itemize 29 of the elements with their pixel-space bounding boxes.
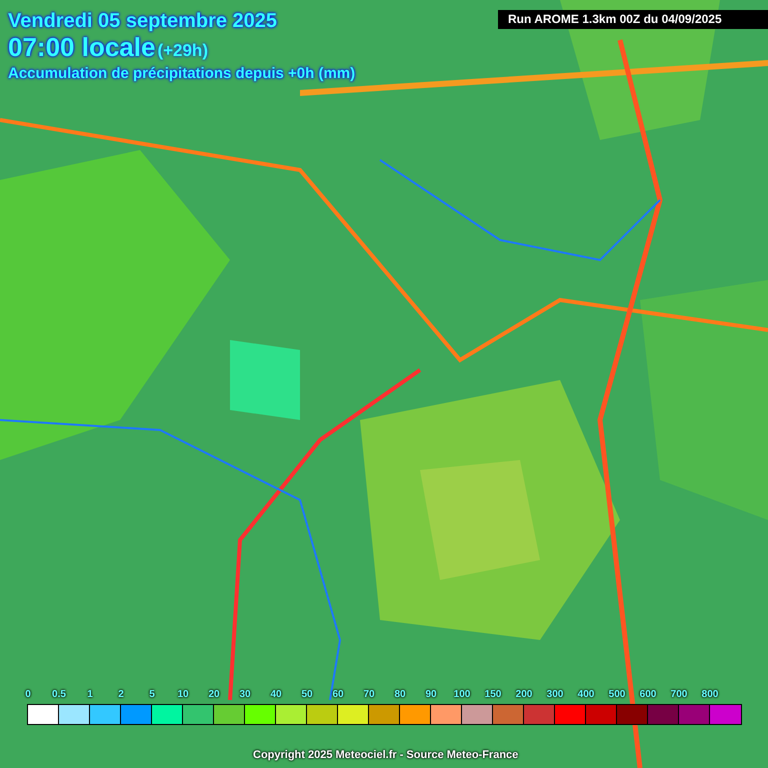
legend-tick-label: 5 — [149, 689, 155, 701]
legend-tick-label: 40 — [270, 689, 282, 701]
legend-tick-label: 800 — [702, 689, 718, 701]
legend-tick-label: 90 — [425, 689, 437, 701]
copyright-text: Copyright 2025 Meteociel.fr - Source Meteo-France — [253, 748, 518, 763]
legend-tick-label: 700 — [670, 689, 688, 701]
legend-tick-label: 1 — [87, 689, 93, 701]
legend-tick-label: 70 — [363, 689, 375, 701]
legend-tick-label: 500 — [608, 689, 626, 701]
legend-tick-label: 400 — [578, 689, 594, 701]
run-label: Run AROME 1.3km 00Z du 04/09/2025 — [498, 10, 768, 29]
legend-tick-label: 100 — [454, 689, 470, 701]
legend-tick-label: 50 — [301, 689, 313, 701]
date-title: Vendredi 05 septembre 2025 — [8, 10, 278, 32]
legend-tick-label: 2 — [118, 689, 124, 701]
map-subtitle: Accumulation de précipitations depuis +0h (mm) — [8, 64, 356, 84]
legend-tick-label: 30 — [239, 689, 251, 701]
legend-tick-label: 20 — [208, 689, 220, 701]
time-title: 07:00 locale — [8, 32, 156, 62]
legend-tick-label: 600 — [640, 689, 656, 701]
legend-tick-label: 200 — [516, 689, 532, 701]
legend-tick-label: 10 — [177, 689, 189, 701]
legend-tick-label: 60 — [332, 689, 344, 701]
legend-tick-label: 0.5 — [52, 689, 66, 701]
legend-tick-label: 300 — [546, 689, 564, 701]
legend-tick-label: 80 — [394, 689, 406, 701]
legend-tick-label: 0 — [25, 689, 31, 701]
forecast-offset: (+29h) — [157, 40, 208, 62]
legend-tick-label: 150 — [484, 689, 502, 701]
